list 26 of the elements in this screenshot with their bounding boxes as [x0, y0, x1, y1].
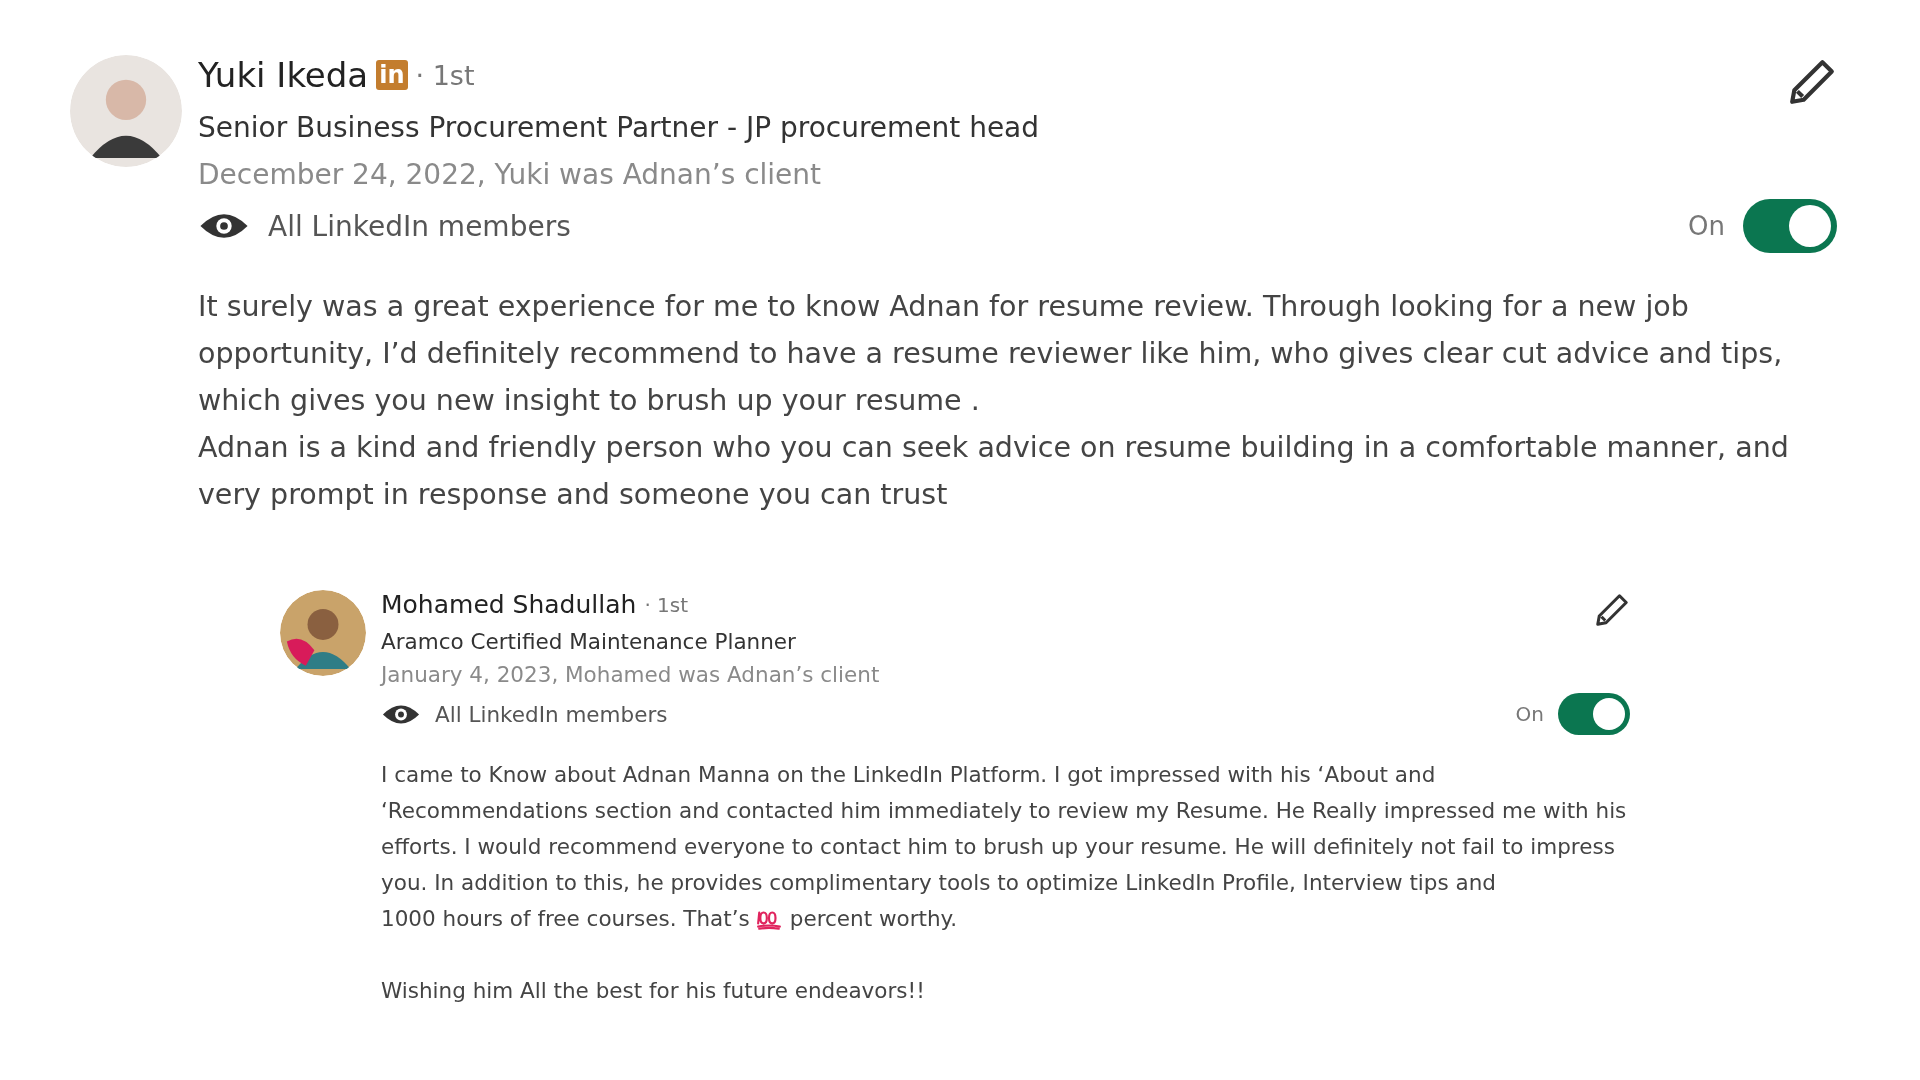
recommendation-text: Adnan is a kind and friendly person who you can seek advice on resume building in a comfortable manner, and very prompt in response and someone you can trust [198, 430, 1790, 513]
recommendation-text: It surely was a great experience for me to know Adnan for resume review. Through looking for a new job opportunity, I’d definitely recommend to have a resume reviewer like him, who gives clear cut advice and tips, which gives you new insight to brush up your resume . [198, 289, 1784, 419]
recommendation-text: 1000 hours of free courses. That’s [381, 905, 750, 933]
visibility-toggle[interactable] [1743, 199, 1837, 253]
recommendation-text: percent worthy. [789, 905, 958, 933]
member-name[interactable]: Mohamed Shadullah [381, 590, 637, 619]
linkedin-badge-icon: in [376, 60, 408, 90]
toggle-label: On [1688, 211, 1725, 241]
member-name[interactable]: Yuki Ikeda [198, 55, 369, 95]
member-headline: Senior Business Procurement Partner - JP procurement head [198, 111, 1040, 144]
relationship-date: January 4, 2023, Mohamed was Adnan’s client [381, 662, 880, 687]
recommendation-text: Wishing him All the best for his future endeavors!! [381, 977, 925, 1005]
member-headline: Aramco Certified Maintenance Planner [381, 629, 797, 654]
visibility-label: All LinkedIn members [435, 701, 668, 727]
eye-icon [198, 211, 250, 241]
toggle-label: On [1515, 702, 1544, 726]
profile-avatar[interactable] [280, 590, 366, 676]
connection-degree: · 1st [415, 59, 475, 91]
hundred-points-icon [755, 908, 782, 930]
connection-degree: · 1st [644, 592, 689, 617]
relationship-date: December 24, 2022, Yuki was Adnan’s client [198, 158, 823, 191]
edit-icon[interactable] [1787, 57, 1837, 107]
profile-avatar[interactable] [70, 55, 182, 167]
visibility-label: All LinkedIn members [268, 209, 571, 243]
visibility-toggle[interactable] [1558, 693, 1630, 735]
edit-icon[interactable] [1594, 592, 1630, 628]
